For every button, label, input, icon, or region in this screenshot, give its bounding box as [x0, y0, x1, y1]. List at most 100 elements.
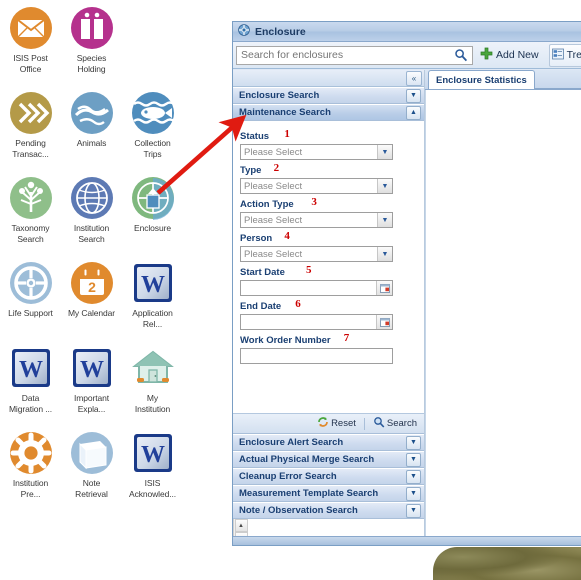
accordion-measurement-template-search-title: Measurement Template Search — [239, 488, 379, 499]
chevron-down-icon[interactable]: ▼ — [406, 503, 421, 518]
form-field-status-select: Status 1 Please Select ▼ — [240, 126, 417, 160]
field-label-end-date-input: End Date 6 — [240, 298, 301, 312]
person-select-value: Please Select — [244, 248, 303, 260]
accordion-note-observation-search[interactable]: Note / Observation Search ▼ — [233, 502, 424, 519]
desktop-icon-label: Institution Search — [73, 223, 110, 244]
desktop-icon-application-release[interactable]: W Application Rel... — [122, 261, 183, 346]
magnifier-icon — [373, 416, 385, 431]
chevron-down-icon[interactable]: ▼ — [406, 486, 421, 501]
desktop-icon-label: Application Rel... — [132, 308, 173, 329]
desktop-icon-label: Pending Transac... — [12, 138, 49, 159]
icon-row: ISIS Post Office Species Holding — [0, 6, 185, 91]
form-field-action-type-select: Action Type 3 Please Select ▼ — [240, 194, 417, 228]
accordion-actual-physical-merge-search[interactable]: Actual Physical Merge Search ▼ — [233, 451, 424, 468]
chevron-down-icon[interactable]: ▼ — [377, 145, 392, 159]
annotation-marker-7: 7 — [343, 332, 350, 344]
add-new-button[interactable]: Add New — [477, 44, 545, 67]
icon-row: Pending Transac... Animals Collection Trip… — [0, 91, 185, 176]
desktop-icon-institution-search[interactable]: Institution Search — [61, 176, 122, 261]
tab-content-area — [425, 90, 581, 545]
tree-icon — [9, 176, 53, 220]
desktop-icon-my-calendar[interactable]: 2 My Calendar — [61, 261, 122, 346]
icon-row: W Data Migration ... W Important Expla... … — [0, 346, 185, 431]
desktop-icon-collection-trips[interactable]: Collection Trips — [122, 91, 183, 176]
tree-view-label: Tree — [566, 49, 581, 61]
plus-icon — [480, 47, 493, 63]
annotation-marker-6: 6 — [295, 298, 301, 310]
svg-text:W: W — [19, 357, 43, 383]
search-input[interactable] — [237, 46, 451, 64]
svg-text:W: W — [141, 272, 165, 298]
accordion-note-observation-search-title: Note / Observation Search — [239, 505, 358, 516]
envelope-icon — [9, 6, 53, 50]
end-date-input[interactable] — [240, 314, 393, 330]
desktop-icon-pending-transactions[interactable]: Pending Transac... — [0, 91, 61, 176]
desktop-icon-isis-acknowledgement[interactable]: W ISIS Acknowled... — [122, 431, 183, 516]
tree-view-button[interactable]: Tree — [548, 43, 581, 67]
work-order-number-input[interactable] — [240, 348, 393, 364]
accordion-enclosure-search[interactable]: Enclosure Search ▼ — [233, 87, 424, 104]
fish-icon — [131, 91, 175, 135]
start-date-input[interactable] — [240, 280, 393, 296]
chevron-down-icon[interactable]: ▼ — [377, 179, 392, 193]
status-select[interactable]: Please Select ▼ — [240, 144, 393, 160]
calendar-picker-icon[interactable] — [376, 281, 392, 295]
accordion-enclosure-alert-search[interactable]: Enclosure Alert Search ▼ — [233, 434, 424, 451]
chevron-down-icon[interactable]: ▼ — [406, 469, 421, 484]
desktop-icon-important-explanation[interactable]: W Important Expla... — [61, 346, 122, 431]
desktop-icon-label: Important Expla... — [73, 393, 109, 414]
desktop-icon-institution-preferences[interactable]: Institution Pre... — [0, 431, 61, 516]
chevron-down-icon[interactable]: ▼ — [377, 247, 392, 261]
tab-enclosure-statistics[interactable]: Enclosure Statistics — [428, 70, 535, 89]
desktop-icon-label: Enclosure — [134, 223, 171, 233]
chevron-up-icon[interactable]: ▲ — [406, 105, 421, 120]
search-box[interactable] — [236, 45, 473, 65]
gear-icon — [9, 431, 53, 475]
desktop-icon-label: ISIS Acknowled... — [129, 478, 176, 499]
desktop-icon-taxonomy-search[interactable]: Taxonomy Search — [0, 176, 61, 261]
desktop-icon-label: Life Support — [8, 308, 53, 318]
status-select-value: Please Select — [244, 146, 303, 158]
desktop-icon-note-retrieval[interactable]: Note Retrieval — [61, 431, 122, 516]
desktop-icon-label: My Calendar — [67, 308, 116, 318]
chevron-down-icon[interactable]: ▼ — [406, 452, 421, 467]
desktop-icon-label: Institution Pre... — [12, 478, 49, 499]
add-new-label: Add New — [496, 49, 539, 61]
calendar-picker-icon[interactable] — [376, 315, 392, 329]
desktop-icon-isis-post-office[interactable]: ISIS Post Office — [0, 6, 61, 91]
search-accordion: Enclosure Search ▼ Maintenance Search ▲ … — [233, 87, 424, 519]
desktop-icon-my-institution[interactable]: My Institution — [122, 346, 183, 431]
word-doc-icon: W — [131, 261, 175, 305]
action-type-select[interactable]: Please Select ▼ — [240, 212, 393, 228]
desktop-icon-label: Collection Trips — [134, 138, 171, 159]
person-select[interactable]: Please Select ▼ — [240, 246, 393, 262]
field-label-action-type-select: Action Type 3 — [240, 196, 317, 210]
desktop-icon-species-holding[interactable]: Species Holding — [61, 6, 122, 91]
accordion-measurement-template-search[interactable]: Measurement Template Search ▼ — [233, 485, 424, 502]
search-submit-label: Search — [386, 418, 417, 429]
wheel-icon — [9, 261, 53, 305]
collapse-pane-button[interactable]: « — [406, 70, 422, 86]
desktop-icon-label: Taxonomy Search — [11, 223, 50, 244]
field-label-person-select: Person 4 — [240, 230, 290, 244]
type-select[interactable]: Please Select ▼ — [240, 178, 393, 194]
desktop-icon-enclosure[interactable]: Enclosure — [122, 176, 183, 261]
form-field-end-date-input: End Date 6 — [240, 296, 417, 330]
type-select-value: Please Select — [244, 180, 303, 192]
accordion-cleanup-error-search[interactable]: Cleanup Error Search ▼ — [233, 468, 424, 485]
desktop-icon-life-support[interactable]: Life Support — [0, 261, 61, 346]
search-icon[interactable] — [450, 47, 472, 64]
accordion-maintenance-search[interactable]: Maintenance Search ▲ — [233, 104, 424, 121]
calendar-icon: 2 — [70, 261, 114, 305]
house-icon — [131, 346, 175, 390]
chevron-down-icon[interactable]: ▼ — [377, 213, 392, 227]
enclosure-application-window: Enclosure Add New — [232, 21, 581, 546]
desktop-icon-data-migration[interactable]: W Data Migration ... — [0, 346, 61, 431]
desktop-icon-animals[interactable]: Animals — [61, 91, 122, 176]
reset-button[interactable]: Reset — [317, 416, 356, 431]
chevron-down-icon[interactable]: ▼ — [406, 88, 421, 103]
search-submit-button[interactable]: Search — [373, 416, 417, 431]
scroll-up-button[interactable]: ▲ — [234, 519, 248, 532]
desktop-icon-label: Data Migration ... — [8, 393, 53, 414]
chevron-down-icon[interactable]: ▼ — [406, 435, 421, 450]
